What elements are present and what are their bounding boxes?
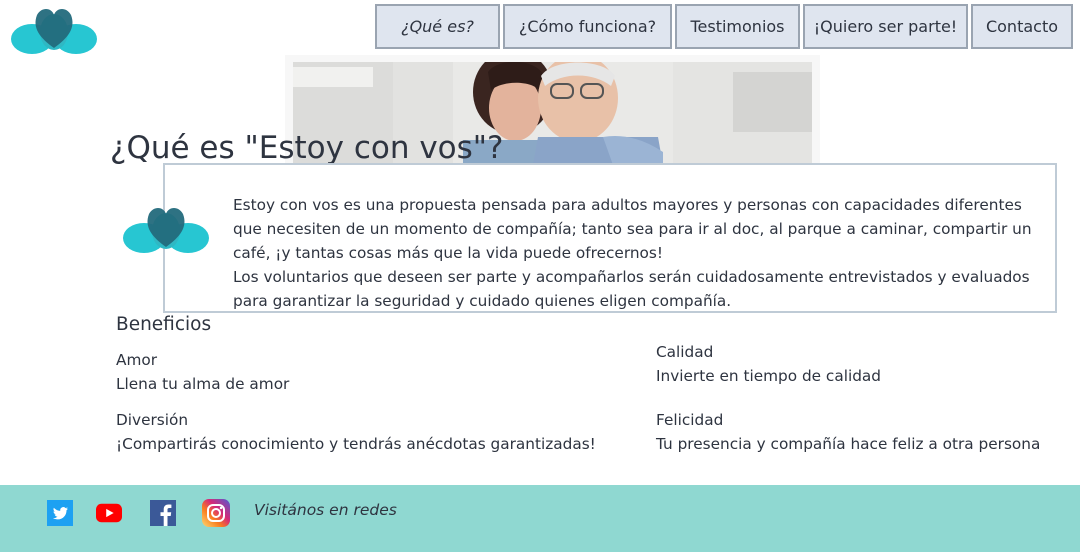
page: ¿Qué es? ¿Cómo funciona? Testimonios ¡Qu…	[0, 0, 1080, 552]
benefits-title: Beneficios	[116, 314, 212, 335]
benefit-text: Invierte en tiempo de calidad	[656, 367, 882, 385]
benefit-text: Tu presencia y compañía hace feliz a otr…	[656, 435, 1041, 453]
benefit-name: Calidad	[656, 343, 714, 361]
description-text: Estoy con vos es una propuesta pensada p…	[233, 193, 1043, 313]
youtube-icon[interactable]	[96, 500, 122, 526]
benefit-name: Diversión	[116, 411, 189, 429]
benefit-text: ¡Compartirás conocimiento y tendrás anéc…	[116, 435, 596, 453]
instagram-icon[interactable]	[202, 499, 230, 527]
description-paragraph-1: Estoy con vos es una propuesta pensada p…	[233, 196, 1032, 262]
card-logo	[123, 207, 209, 253]
facebook-icon[interactable]	[150, 500, 176, 526]
nav-como-funciona[interactable]: ¿Cómo funciona?	[503, 4, 672, 49]
benefit-amor: Amor Llena tu alma de amor	[116, 348, 289, 396]
social-label: Visitános en redes	[254, 501, 397, 519]
benefit-diversion: Diversión ¡Compartirás conocimiento y te…	[116, 408, 596, 456]
brand-logo[interactable]	[10, 2, 98, 56]
nav-que-es[interactable]: ¿Qué es?	[375, 4, 500, 49]
nav-testimonios[interactable]: Testimonios	[675, 4, 800, 49]
nav-quiero-ser-parte[interactable]: ¡Quiero ser parte!	[803, 4, 968, 49]
twitter-icon[interactable]	[47, 500, 73, 526]
benefit-felicidad: Felicidad Tu presencia y compañía hace f…	[656, 408, 1040, 456]
description-paragraph-2: Los voluntarios que deseen ser parte y a…	[233, 268, 1030, 310]
nav-contacto[interactable]: Contacto	[971, 4, 1073, 49]
benefit-text: Llena tu alma de amor	[116, 375, 290, 393]
benefit-calidad: Calidad Invierte en tiempo de calidad	[656, 340, 881, 388]
page-title: ¿Qué es "Estoy con vos"?	[110, 130, 504, 166]
footer: Visitános en redes	[0, 485, 1080, 552]
benefit-name: Amor	[116, 351, 158, 369]
main-nav: ¿Qué es? ¿Cómo funciona? Testimonios ¡Qu…	[375, 4, 1073, 49]
benefit-name: Felicidad	[656, 411, 724, 429]
